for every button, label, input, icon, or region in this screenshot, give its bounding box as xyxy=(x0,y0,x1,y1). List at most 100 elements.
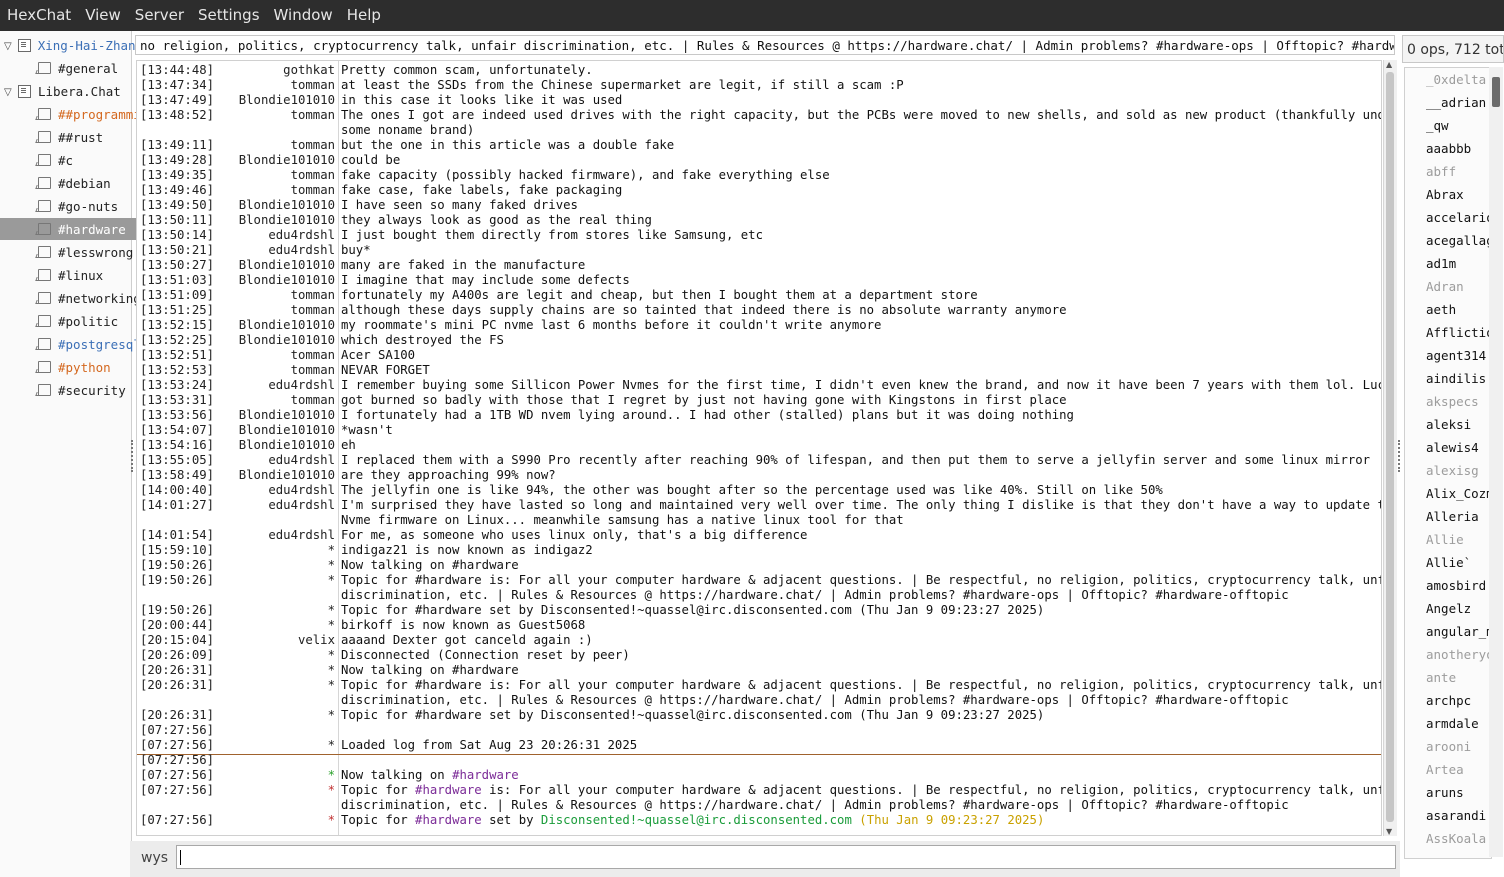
topic-field[interactable]: no religion, politics, cryptocurrency ta… xyxy=(135,35,1395,55)
chat-nick[interactable]: * xyxy=(328,558,335,573)
menu-help[interactable]: Help xyxy=(340,0,388,31)
menu-hexchat[interactable]: HexChat xyxy=(0,0,78,31)
chat-nick[interactable]: * xyxy=(328,648,335,663)
user-item[interactable]: abff xyxy=(1426,160,1456,183)
chat-nick[interactable]: tomman xyxy=(291,183,335,198)
chat-nick[interactable]: edu4rdshl xyxy=(268,228,335,243)
chat-nick[interactable]: * xyxy=(328,663,335,678)
chat-nick[interactable]: tomman xyxy=(291,348,335,363)
chat-nick[interactable]: velix xyxy=(298,633,335,648)
user-item[interactable]: aaabbb xyxy=(1426,137,1471,160)
chat-nick[interactable]: tomman xyxy=(291,363,335,378)
chat-nick[interactable]: Blondie101010 xyxy=(239,273,335,288)
user-item[interactable]: Alleria xyxy=(1426,505,1479,528)
user-item[interactable]: ad1m xyxy=(1426,252,1456,275)
user-item[interactable]: agent314 xyxy=(1426,344,1486,367)
menu-view[interactable]: View xyxy=(78,0,128,31)
chat-nick[interactable]: edu4rdshl xyxy=(268,378,335,393)
menu-window[interactable]: Window xyxy=(267,0,340,31)
user-item[interactable]: arooni xyxy=(1426,735,1471,758)
chat-nick[interactable]: Blondie101010 xyxy=(239,408,335,423)
chat-nick[interactable]: * xyxy=(328,678,335,693)
chat-nick[interactable]: tomman xyxy=(291,108,335,123)
chat-nick[interactable]: tomman xyxy=(291,303,335,318)
chat-nick[interactable]: Blondie101010 xyxy=(239,333,335,348)
chat-nick[interactable]: * xyxy=(328,738,335,753)
chat-nick[interactable]: * xyxy=(328,618,335,633)
scroll-up-icon[interactable]: ▲ xyxy=(1386,60,1392,69)
menu-server[interactable]: Server xyxy=(128,0,191,31)
user-item[interactable]: aindilis xyxy=(1426,367,1486,390)
scroll-down-icon[interactable]: ▼ xyxy=(1386,827,1392,836)
chat-nick[interactable]: tomman xyxy=(291,393,335,408)
user-item[interactable]: AssKoala xyxy=(1426,827,1486,850)
user-item[interactable]: acegallagher xyxy=(1426,229,1491,252)
user-item[interactable]: alexisg xyxy=(1426,459,1479,482)
chat-nick[interactable]: tomman xyxy=(291,168,335,183)
chat-nick[interactable]: Blondie101010 xyxy=(239,153,335,168)
chat-nick[interactable]: tomman xyxy=(291,288,335,303)
user-item[interactable]: armdale xyxy=(1426,712,1479,735)
tree-item-Xing-Hai-Zhang[interactable]: ▽ Xing-Hai-Zhang xyxy=(0,34,135,56)
user-item[interactable]: alewis4 xyxy=(1426,436,1479,459)
chat-log[interactable]: [13:44:48] gothkat Pretty common scam, unf… xyxy=(136,60,1382,836)
channel-link[interactable]: #hardware xyxy=(452,768,519,782)
user-item[interactable]: amosbird xyxy=(1426,574,1486,597)
expander-icon[interactable]: ▽ xyxy=(4,87,12,98)
chat-nick[interactable]: tomman xyxy=(291,78,335,93)
user-item[interactable]: Abrax xyxy=(1426,183,1464,206)
user-item[interactable]: _qw xyxy=(1426,114,1449,137)
nick-button[interactable]: wys xyxy=(141,850,168,866)
host-link[interactable]: Disconsented!~quassel@irc.disconsented.c… xyxy=(541,813,852,827)
user-item[interactable]: aleksi xyxy=(1426,413,1471,436)
chat-nick[interactable]: edu4rdshl xyxy=(268,483,335,498)
user-item[interactable]: aeth xyxy=(1426,298,1456,321)
chat-nick[interactable]: edu4rdshl xyxy=(268,498,335,513)
chat-scroll-thumb[interactable] xyxy=(1386,72,1394,822)
userlist-scroll-thumb[interactable] xyxy=(1492,77,1500,107)
expander-icon[interactable]: ▽ xyxy=(4,41,12,52)
user-item[interactable]: Alix_Cozmo xyxy=(1426,482,1491,505)
chat-nick[interactable]: edu4rdshl xyxy=(268,243,335,258)
chat-nick[interactable]: Blondie101010 xyxy=(239,423,335,438)
channel-link[interactable]: #hardware xyxy=(415,813,482,827)
channel-link[interactable]: #hardware xyxy=(415,783,482,797)
chat-nick[interactable]: edu4rdshl xyxy=(268,528,335,543)
chat-scrollbar[interactable]: ▲ ▼ xyxy=(1383,60,1397,836)
user-item[interactable]: accelarion xyxy=(1426,206,1491,229)
menu-settings[interactable]: Settings xyxy=(191,0,267,31)
chat-nick[interactable]: Blondie101010 xyxy=(239,438,335,453)
user-item[interactable]: _0xdelta xyxy=(1426,68,1486,91)
user-item[interactable]: Angelz xyxy=(1426,597,1471,620)
chat-nick[interactable]: Blondie101010 xyxy=(239,318,335,333)
user-item[interactable]: angular_mike xyxy=(1426,620,1491,643)
chat-nick[interactable]: Blondie101010 xyxy=(239,198,335,213)
user-item[interactable]: Affliction xyxy=(1426,321,1491,344)
chat-nick[interactable]: * xyxy=(328,603,335,618)
user-item[interactable]: Artea xyxy=(1426,758,1464,781)
user-item[interactable]: ante xyxy=(1426,666,1456,689)
right-pane-grip[interactable] xyxy=(1398,440,1402,472)
user-item[interactable]: archpc xyxy=(1426,689,1471,712)
user-item[interactable]: Adran xyxy=(1426,275,1464,298)
chat-nick[interactable]: * xyxy=(328,708,335,723)
user-item[interactable]: anotheryou xyxy=(1426,643,1491,666)
chat-nick[interactable]: * xyxy=(328,573,335,588)
chat-nick[interactable]: Blondie101010 xyxy=(239,213,335,228)
chat-nick[interactable]: gothkat xyxy=(283,63,335,78)
userlist-scrollbar[interactable] xyxy=(1489,67,1503,857)
tree-item-Libera.Chat[interactable]: ▽ Libera.Chat xyxy=(0,80,135,102)
user-list[interactable]: _0xdelta __adrian _qw aaabbb abff Abrax accela… xyxy=(1404,67,1492,859)
user-item[interactable]: __adrian xyxy=(1426,91,1486,114)
user-item[interactable]: Allie` xyxy=(1426,551,1471,574)
chat-nick[interactable]: Blondie101010 xyxy=(239,468,335,483)
chat-nick[interactable]: edu4rdshl xyxy=(268,453,335,468)
chat-nick[interactable]: Blondie101010 xyxy=(239,93,335,108)
user-item[interactable]: asarandi xyxy=(1426,804,1486,827)
chat-nick[interactable]: tomman xyxy=(291,138,335,153)
user-item[interactable]: akspecs xyxy=(1426,390,1479,413)
chat-nick[interactable]: Blondie101010 xyxy=(239,258,335,273)
user-item[interactable]: aruns xyxy=(1426,781,1464,804)
chat-nick[interactable]: * xyxy=(328,543,335,558)
user-item[interactable]: Allie xyxy=(1426,528,1464,551)
